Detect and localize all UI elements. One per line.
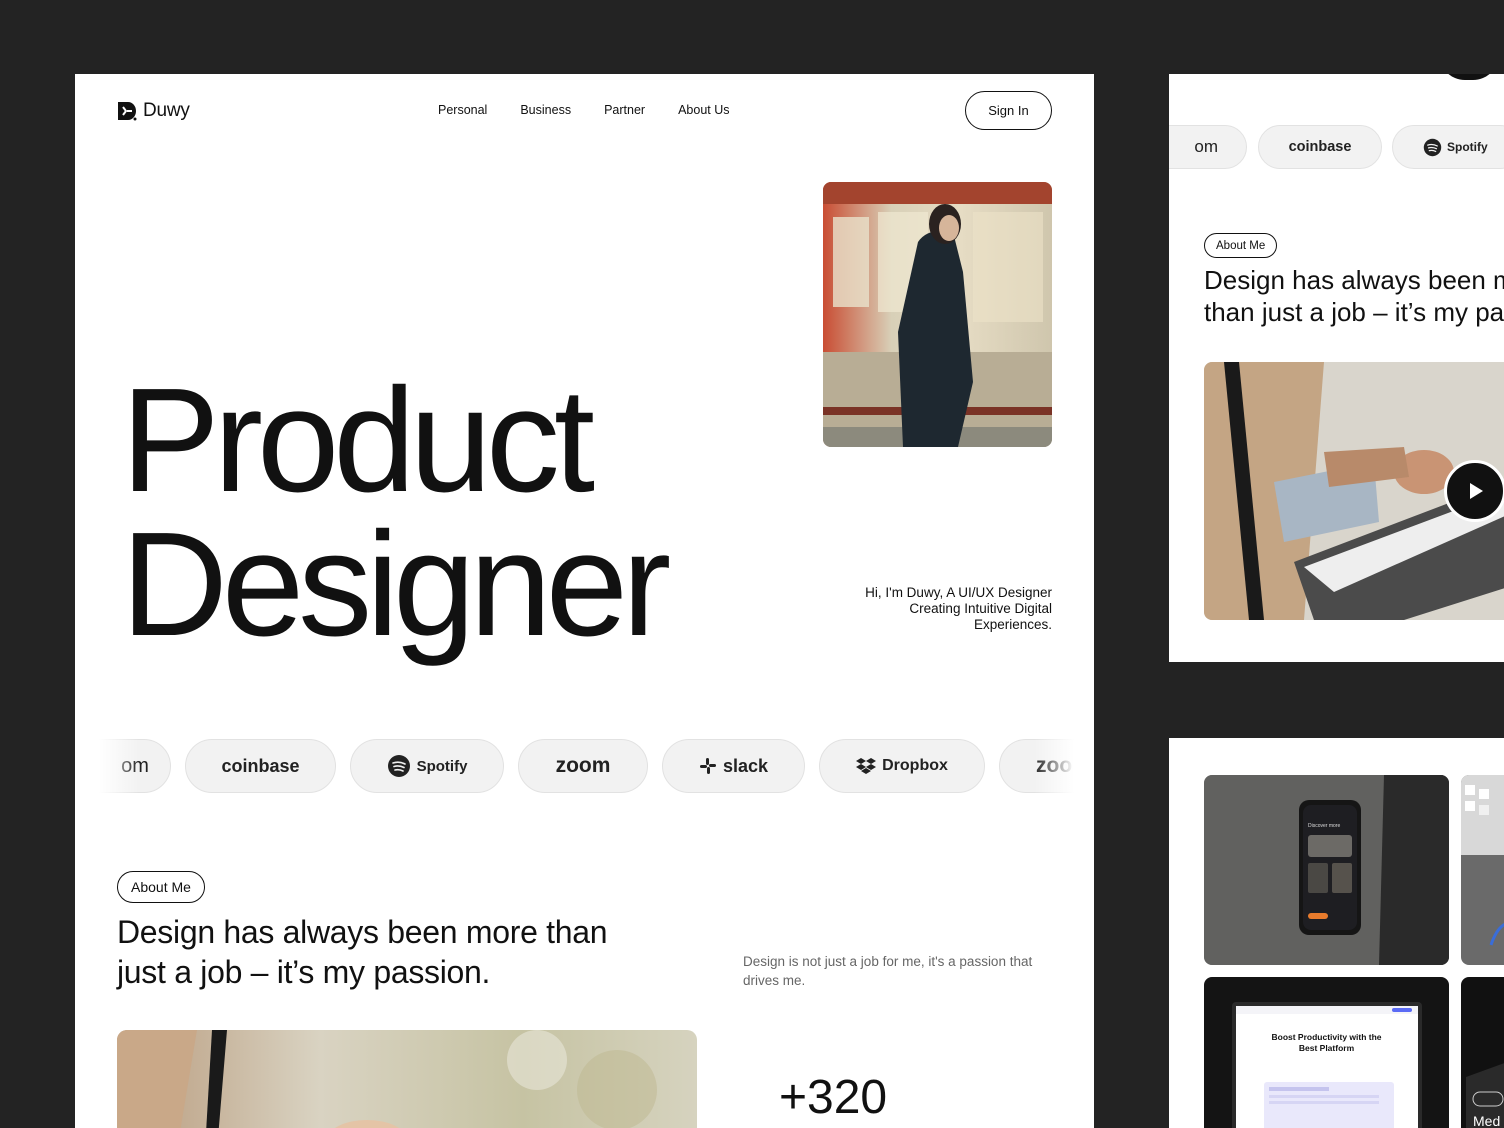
project-thumbnail-laptop[interactable]: Boost Productivity with the Best Platfor…: [1204, 977, 1449, 1128]
about-title: Design has always been more than just a …: [117, 914, 608, 990]
media-label: Med: [1473, 1113, 1501, 1128]
brand-name: Duwy: [143, 100, 190, 121]
slack-icon: [699, 758, 716, 774]
nav-item-about-us[interactable]: About Us: [678, 103, 729, 117]
logo-strip-fade-right: [1034, 739, 1074, 795]
hero-title-line-1: Product: [121, 358, 595, 523]
phone-mock-text: Discover more: [1308, 823, 1340, 829]
project-thumbnail-media[interactable]: Med: [1461, 977, 1504, 1128]
about-me-tag: About Me: [117, 871, 205, 903]
play-button[interactable]: [1444, 460, 1504, 522]
avatar-partial: [1439, 74, 1499, 80]
dropbox-logo-text: Dropbox: [882, 757, 948, 774]
logo-pill-spotify: Spotify: [350, 739, 504, 793]
coinbase-logo-text: coinbase: [221, 755, 300, 776]
spotify-icon: [387, 755, 410, 777]
hero-title: Product Designer: [121, 367, 671, 659]
portfolio-preview-card: Discover more Boost Productivity with th…: [1169, 738, 1504, 1128]
spotify-logo-text: Spotify: [1447, 140, 1488, 154]
project-thumbnail-keyboard[interactable]: [1461, 775, 1504, 965]
laptop-mock-headline: Boost Productivity with the Best Platfor…: [1271, 1032, 1382, 1053]
stat-count: +320: [779, 1071, 888, 1124]
hero-description: Hi, I'm Duwy, A UI/UX Designer Creating …: [865, 585, 1052, 632]
nav-item-business[interactable]: Business: [520, 103, 571, 117]
main-landing-page: Duwy Personal Business Partner About Us …: [75, 74, 1094, 1128]
sign-in-button[interactable]: Sign In: [965, 91, 1052, 130]
logo-pill-spotify: Spotify: [1392, 125, 1504, 169]
about-title: Design has always been m than just a job…: [1204, 264, 1504, 328]
about-section-preview-card: om coinbase Spotify About Me Design has …: [1169, 74, 1504, 662]
video-thumbnail[interactable]: [1204, 362, 1504, 620]
logo-pill-coinbase: coinbase: [1258, 125, 1382, 169]
coinbase-logo-text: coinbase: [1288, 139, 1352, 155]
project-thumbnail-phone[interactable]: Discover more: [1204, 775, 1449, 965]
logo-mark-icon: [118, 102, 137, 121]
hero-photo: [823, 182, 1052, 447]
about-photo: [117, 1030, 697, 1128]
about-title-line-1: Design has always been m: [1204, 265, 1504, 295]
hero-title-line-2: Designer: [121, 502, 671, 667]
logo-pill-zoom-partial: om: [1169, 125, 1247, 169]
spotify-icon: [1423, 138, 1442, 156]
logo-pill-zoom: zoom: [518, 739, 648, 793]
logo-pill-slack: slack: [662, 739, 805, 793]
logo-pill-coinbase: coinbase: [185, 739, 336, 793]
spotify-logo-text: Spotify: [416, 757, 468, 775]
brand-logo[interactable]: Duwy: [117, 100, 190, 122]
slack-logo-text: slack: [722, 755, 769, 776]
nav-item-personal[interactable]: Personal: [438, 103, 487, 117]
dropbox-icon: [856, 758, 877, 774]
top-nav: Personal Business Partner About Us: [438, 103, 730, 117]
client-logo-strip: om coinbase Spotify zoom: [99, 739, 1074, 795]
play-icon: [1470, 483, 1483, 499]
nav-item-partner[interactable]: Partner: [604, 103, 645, 117]
logo-pill-dropbox: Dropbox: [819, 739, 985, 793]
about-title-line-2: than just a job – it’s my pa: [1204, 297, 1504, 327]
about-me-tag: About Me: [1204, 233, 1278, 258]
logo-strip-fade-left: [99, 739, 139, 795]
zoom-logo-text: zoom: [555, 754, 611, 777]
about-description: Design is not just a job for me, it's a …: [743, 954, 1033, 988]
